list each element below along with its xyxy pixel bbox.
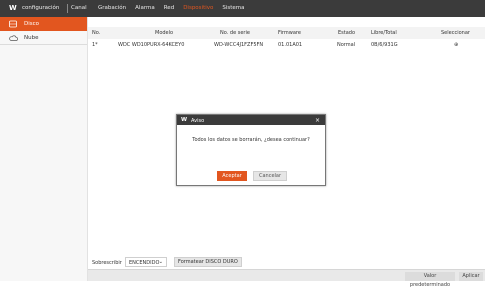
col-no: No. xyxy=(92,30,101,36)
dialog-title: Aviso xyxy=(191,117,205,124)
top-bar: W configuración Canal Grabación Alarma R… xyxy=(0,0,485,17)
overwrite-value: ENCENDIDO xyxy=(129,260,160,266)
main-nav: Grabación Alarma Red Dispositivo Sistema xyxy=(98,5,245,11)
sidebar-item-label: Nube xyxy=(24,35,39,41)
cell-free-total: 0B/6/931G xyxy=(371,42,398,48)
defaults-button[interactable]: Valor predeterminado xyxy=(405,272,455,288)
sidebar-item-nube[interactable]: Nube xyxy=(0,31,87,45)
title-separator xyxy=(67,4,68,13)
table-row[interactable]: 1* WDC WD10PURX-64KCEY0 WD-WCC4J1FZF5FN … xyxy=(88,39,485,51)
dialog-logo: W xyxy=(181,117,188,123)
app-logo: W xyxy=(9,4,17,12)
chevron-down-icon: ⌄ xyxy=(158,259,163,265)
accept-button[interactable]: Aceptar xyxy=(217,171,247,181)
dialog-header: W Aviso × xyxy=(177,115,325,125)
warning-dialog: W Aviso × Todos los datos se borrarán, ¿… xyxy=(176,114,326,186)
nav-red[interactable]: Red xyxy=(164,5,174,11)
sidebar-item-disco[interactable]: Disco xyxy=(0,17,87,31)
hdd-icon xyxy=(9,20,17,28)
overwrite-select[interactable]: ENCENDIDO ⌄ xyxy=(125,257,167,267)
format-disk-button[interactable]: Formatear DISCO DURO xyxy=(174,257,242,267)
select-radio-icon[interactable]: ⊕ xyxy=(454,42,458,48)
col-seleccionar: Seleccionar xyxy=(441,30,470,36)
col-estado: Estado xyxy=(338,30,356,36)
cell-status: Normal xyxy=(337,42,356,48)
table-header: No. Modelo No. de serie Firmware Estado … xyxy=(88,27,485,39)
sidebar: Disco Nube xyxy=(0,17,88,281)
cancel-button[interactable]: Cancelar xyxy=(253,171,287,181)
cell-model: WDC WD10PURX-64KCEY0 xyxy=(118,42,185,48)
nav-channel[interactable]: Canal xyxy=(71,5,87,11)
app-title: configuración xyxy=(22,5,60,11)
overwrite-label: Sobrescribir xyxy=(92,260,122,266)
sidebar-item-label: Disco xyxy=(24,21,40,27)
col-libre-total: Libre/Total xyxy=(371,30,397,36)
cell-no: 1* xyxy=(92,42,98,48)
nav-dispositivo[interactable]: Dispositivo xyxy=(183,5,213,11)
col-modelo: Modelo xyxy=(155,30,174,36)
disk-controls: Sobrescribir ENCENDIDO ⌄ Formatear DISCO… xyxy=(88,257,485,269)
nav-sistema[interactable]: Sistema xyxy=(222,5,244,11)
nav-grabacion[interactable]: Grabación xyxy=(98,5,126,11)
dialog-message: Todos los datos se borrarán, ¿desea cont… xyxy=(192,137,310,143)
footer-bar: Valor predeterminado Aplicar xyxy=(88,269,485,288)
cell-firmware: 01.01A01 xyxy=(278,42,303,48)
cloud-icon xyxy=(9,34,18,42)
close-icon[interactable]: × xyxy=(315,117,320,124)
col-firmware: Firmware xyxy=(278,30,301,36)
apply-button[interactable]: Aplicar xyxy=(459,272,483,281)
col-serie: No. de serie xyxy=(220,30,250,36)
cell-serial: WD-WCC4J1FZF5FN xyxy=(214,42,264,48)
nav-alarma[interactable]: Alarma xyxy=(135,5,155,11)
